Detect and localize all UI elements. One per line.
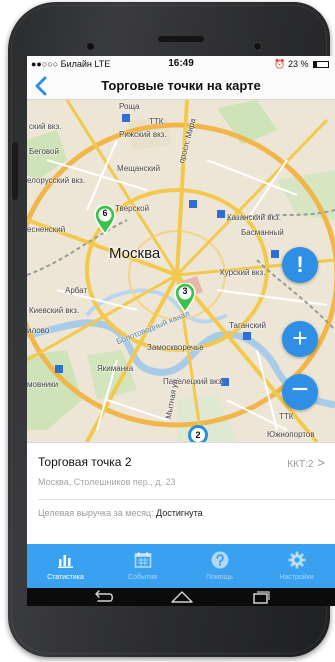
map-label-tverskoy: Тверской xyxy=(115,204,150,213)
map-label-tagansky: Таганский xyxy=(229,321,267,330)
navigation-bar: Торговые точки на карте xyxy=(27,72,335,100)
kkt-count: ККТ:2 xyxy=(287,459,314,470)
status-bar: ●●○○○ Билайн LTE 16:49 ⏰ 23 % xyxy=(27,56,335,72)
revenue-goal-label: Целевая выручка за месяц: xyxy=(38,508,154,518)
tab-settings[interactable]: Настройки xyxy=(258,544,335,588)
zoom-in-button[interactable]: + xyxy=(282,321,318,357)
sensor xyxy=(253,42,262,51)
alert-button[interactable]: ! xyxy=(282,247,318,283)
map-city-label: Москва xyxy=(109,245,161,262)
divider xyxy=(38,499,335,500)
map-label-ovniki: мовники xyxy=(27,380,59,389)
kkt-link[interactable]: ККТ:2 > xyxy=(287,455,325,470)
map-label-zamoskvorechye: Замоскворечье xyxy=(147,343,204,352)
map-pin-2-selected[interactable]: 2 xyxy=(188,425,208,442)
tab-label: Статистика xyxy=(47,574,84,581)
map-label-rizhsky-left: ский вкз. xyxy=(29,122,62,131)
map-label-yakimanka: Якиманка xyxy=(97,364,134,373)
tab-label: Настройки xyxy=(279,574,314,581)
battery-percent: 23 % xyxy=(287,59,309,69)
system-nav-bar xyxy=(27,588,335,606)
front-camera xyxy=(86,42,95,51)
map-label-begovoy: Беговой xyxy=(29,147,59,156)
battery-indicator: ⏰ 23 % xyxy=(274,59,329,70)
map-label-roshcha: Рощa xyxy=(119,102,140,111)
map-label-kievsky: Киевский вкз. xyxy=(29,306,80,315)
battery-icon xyxy=(313,61,329,68)
map-label-presnensky: есненский xyxy=(27,225,66,234)
device-frame: ●●○○○ Билайн LTE 16:49 ⏰ 23 % Торговые т… xyxy=(0,0,335,662)
map-label-ilovo: илово xyxy=(27,326,50,335)
map-label-meshchansky: Мещанский xyxy=(117,164,161,173)
recent-apps-icon[interactable] xyxy=(249,590,271,604)
revenue-goal: Целевая выручка за месяц: Достигнута xyxy=(38,508,203,518)
map-view[interactable]: Рощa ТТК Рижский вкз. ский вкз. Беговой … xyxy=(27,100,335,442)
map-label-yuzhnoport: Южнопортов xyxy=(267,430,315,439)
calendar-icon xyxy=(104,550,181,570)
zoom-out-button[interactable]: − xyxy=(282,374,318,410)
speaker-grille xyxy=(158,36,204,42)
map-label-belorussky: елорусский вкз. xyxy=(27,176,86,185)
help-icon xyxy=(181,550,258,570)
map-pin-6[interactable]: 6 xyxy=(94,205,116,235)
side-button xyxy=(12,142,18,200)
alarm-icon: ⏰ xyxy=(274,59,286,69)
map-label-ttk-bottom: ТТК xyxy=(279,412,294,421)
map-label-kursky: Курский вкз. xyxy=(220,268,266,277)
home-icon[interactable] xyxy=(169,590,195,604)
tab-statistics[interactable]: Статистика xyxy=(27,544,104,588)
point-info-panel[interactable]: Торговая точка 2 ККТ:2 > Москва, Столешни… xyxy=(27,442,335,544)
map-label-rizhsky: Рижский вкз. xyxy=(119,130,167,139)
bar-chart-icon xyxy=(27,550,104,570)
map-label-ttk-top: ТТК xyxy=(149,117,164,126)
tab-events[interactable]: События xyxy=(104,544,181,588)
point-name: Торговая точка 2 xyxy=(38,455,132,469)
tab-help[interactable]: Помощь xyxy=(181,544,258,588)
app-screen: ●●○○○ Билайн LTE 16:49 ⏰ 23 % Торговые т… xyxy=(27,56,335,606)
map-label-basmanny: Басманный xyxy=(241,228,284,237)
chevron-right-icon: > xyxy=(317,455,325,470)
revenue-goal-value: Достигнута xyxy=(156,508,203,518)
point-address: Москва, Столешников пер., д. 23 xyxy=(38,477,176,487)
tab-label: Помощь xyxy=(205,574,234,581)
tab-bar: Статистика События Помощь Настройки xyxy=(27,544,335,588)
gear-icon xyxy=(258,550,335,570)
map-label-arbat: Арбат xyxy=(65,286,88,295)
map-pin-3[interactable]: 3 xyxy=(174,283,196,313)
page-title: Торговые точки на карте xyxy=(101,78,261,93)
map-label-kazansky: Казанский вкз. xyxy=(227,213,281,222)
map-pin-number: 6 xyxy=(102,208,108,218)
back-arrow-icon[interactable] xyxy=(89,590,115,604)
tab-label: События xyxy=(128,574,157,581)
map-pin-number: 3 xyxy=(182,286,188,296)
